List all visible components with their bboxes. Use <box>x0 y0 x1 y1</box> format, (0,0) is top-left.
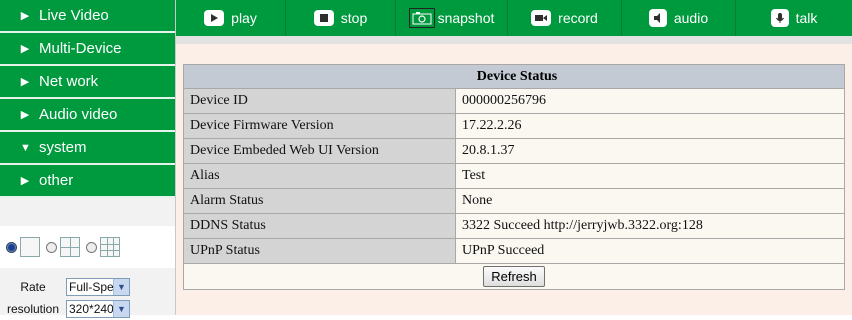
resolution-select[interactable]: 320*240 ▼ <box>66 300 130 318</box>
alias-label: Alias <box>183 163 456 189</box>
table-row: Device Firmware Version 17.22.2.26 <box>183 113 845 139</box>
ddns-status-value: 3322 Succeed http://jerryjwb.3322.org:12… <box>455 213 845 239</box>
rate-select[interactable]: Full-Speed ▼ <box>66 278 130 296</box>
triangle-right-icon: ▶ <box>20 10 30 22</box>
table-row: Alias Test <box>183 163 845 189</box>
triangle-down-icon: ▼ <box>20 141 31 154</box>
device-status-title: Device Status <box>183 64 845 89</box>
rate-row: Rate Full-Speed ▼ <box>0 276 175 298</box>
table-footer-row: Refresh <box>183 263 845 290</box>
stop-icon <box>313 10 334 26</box>
play-button[interactable]: play <box>176 0 286 36</box>
alarm-status-label: Alarm Status <box>183 188 456 214</box>
sidebar-item-live-video[interactable]: ▶ Live Video <box>0 0 175 33</box>
record-label: record <box>558 10 598 26</box>
sidebar-item-other[interactable]: ▶ other <box>0 165 175 198</box>
microphone-icon <box>770 9 789 27</box>
ddns-status-label: DDNS Status <box>183 213 456 239</box>
camera-icon <box>408 8 435 28</box>
view-layout-selector <box>0 226 175 268</box>
layout-1-radio[interactable] <box>6 241 17 253</box>
record-button[interactable]: record <box>508 0 622 36</box>
alias-value: Test <box>455 163 845 189</box>
sidebar-item-label: system <box>39 139 87 156</box>
upnp-status-label: UPnP Status <box>183 238 456 264</box>
sidebar-item-label: Net work <box>39 73 99 90</box>
table-header-row: Device Status <box>183 64 845 89</box>
single-view-icon <box>20 237 40 257</box>
talk-label: talk <box>795 10 818 26</box>
firmware-version-label: Device Firmware Version <box>183 113 456 139</box>
stop-button[interactable]: stop <box>286 0 396 36</box>
table-row: Device Embeded Web UI Version 20.8.1.37 <box>183 138 845 164</box>
main-content: Device Status Device ID 000000256796 Dev… <box>176 36 852 315</box>
chevron-down-icon: ▼ <box>113 279 129 295</box>
table-row: DDNS Status 3322 Succeed http://jerryjwb… <box>183 213 845 239</box>
snapshot-button[interactable]: snapshot <box>396 0 508 36</box>
resolution-row: resolution 320*240 ▼ <box>0 298 175 320</box>
audio-button[interactable]: audio <box>622 0 736 36</box>
quad-view-icon <box>60 237 80 257</box>
device-id-label: Device ID <box>183 88 456 114</box>
upnp-status-value: UPnP Succeed <box>455 238 845 264</box>
speaker-icon <box>648 9 667 27</box>
web-ui-version-label: Device Embeded Web UI Version <box>183 138 456 164</box>
layout-4-radio[interactable] <box>46 241 57 253</box>
sidebar-item-label: Audio video <box>39 106 118 123</box>
triangle-right-icon: ▶ <box>20 76 30 88</box>
resolution-value: 320*240 <box>69 302 114 316</box>
talk-button[interactable]: talk <box>736 0 852 36</box>
table-row: Alarm Status None <box>183 188 845 214</box>
triangle-right-icon: ▶ <box>20 175 30 187</box>
layout-9-radio[interactable] <box>86 241 97 253</box>
snapshot-label: snapshot <box>437 10 495 26</box>
sidebar-item-audio-video[interactable]: ▶ Audio video <box>0 99 175 132</box>
refresh-cell: Refresh <box>183 263 845 290</box>
nine-view-icon <box>100 237 120 257</box>
sidebar-item-system[interactable]: ▼ system <box>0 132 175 165</box>
video-camera-icon <box>531 10 552 26</box>
sidebar-item-label: Live Video <box>39 7 109 24</box>
table-row: UPnP Status UPnP Succeed <box>183 238 845 264</box>
toolbar: play stop snapshot record audio talk <box>176 0 852 36</box>
resolution-label: resolution <box>6 302 60 316</box>
sidebar-item-network[interactable]: ▶ Net work <box>0 66 175 99</box>
sidebar-item-label: other <box>39 172 74 189</box>
web-ui-version-value: 20.8.1.37 <box>455 138 845 164</box>
content-top-strip <box>176 36 852 44</box>
play-icon <box>204 10 225 26</box>
device-id-value: 000000256796 <box>455 88 845 114</box>
rate-label: Rate <box>20 280 46 294</box>
triangle-right-icon: ▶ <box>20 109 30 121</box>
sidebar: ▶ Live Video ▶ Multi-Device ▶ Net work ▶… <box>0 0 176 318</box>
stop-label: stop <box>340 10 368 26</box>
play-label: play <box>231 10 257 26</box>
audio-label: audio <box>673 10 709 26</box>
triangle-right-icon: ▶ <box>20 43 30 55</box>
device-status-table: Device Status Device ID 000000256796 Dev… <box>183 64 845 290</box>
refresh-button[interactable]: Refresh <box>483 266 545 287</box>
sidebar-item-multi-device[interactable]: ▶ Multi-Device <box>0 33 175 66</box>
table-row: Device ID 000000256796 <box>183 88 845 114</box>
sidebar-item-label: Multi-Device <box>39 40 122 57</box>
alarm-status-value: None <box>455 188 845 214</box>
firmware-version-value: 17.22.2.26 <box>455 113 845 139</box>
